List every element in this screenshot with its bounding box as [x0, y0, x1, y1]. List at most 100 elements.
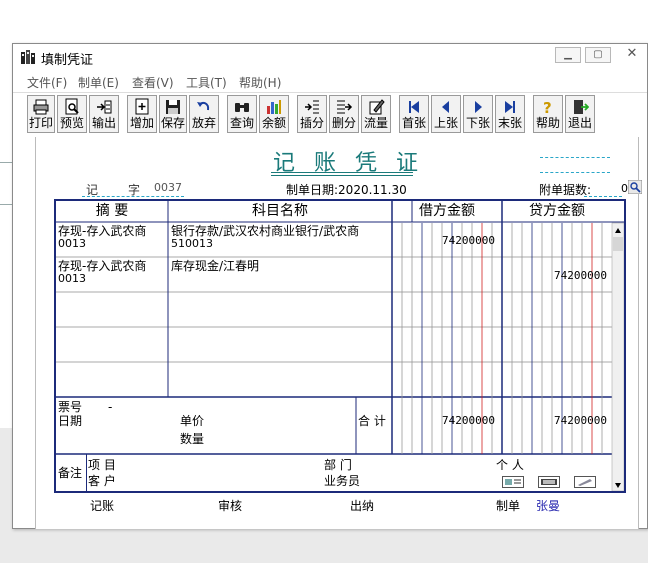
- id-card-icon[interactable]: [538, 476, 560, 488]
- exit-door-icon: [574, 100, 589, 114]
- binoculars-icon: [235, 103, 249, 112]
- cashflow-button[interactable]: 流量: [361, 95, 391, 133]
- notes-label: 备注: [58, 466, 83, 480]
- exit-button[interactable]: 退出: [565, 95, 595, 133]
- row2-account[interactable]: 库存现金/江春明: [171, 260, 259, 272]
- last-label: 末张: [497, 116, 522, 130]
- last-button[interactable]: 末张: [495, 95, 525, 133]
- first-label: 首张: [401, 116, 426, 130]
- bookkeeping-label: 记账: [90, 499, 115, 513]
- credit-header: 贷方金额: [529, 203, 585, 219]
- edit-card-icon[interactable]: [574, 476, 596, 488]
- next-button[interactable]: 下张: [463, 95, 493, 133]
- window-title: 填制凭证: [41, 53, 94, 68]
- query-button[interactable]: 查询: [227, 95, 257, 133]
- search-icon[interactable]: [628, 180, 642, 194]
- export-button[interactable]: 输出: [89, 95, 119, 133]
- save-label: 保存: [160, 116, 185, 130]
- print-button[interactable]: 打印: [27, 95, 55, 133]
- help-button[interactable]: ? 帮助: [533, 95, 563, 133]
- add-button[interactable]: 增加: [127, 95, 157, 133]
- add-label: 增加: [129, 116, 154, 130]
- card-icon[interactable]: [502, 476, 524, 488]
- export-label: 输出: [91, 116, 116, 130]
- desktop-background: [0, 0, 648, 40]
- voucher-number[interactable]: 0037: [154, 181, 182, 194]
- menu-view[interactable]: 查看(V): [132, 74, 174, 91]
- total-label: 合 计: [358, 414, 386, 428]
- maker-label: 制单: [496, 499, 521, 513]
- insert-line-button[interactable]: 插分: [297, 95, 327, 133]
- dashed-line: [540, 157, 610, 158]
- row2-credit[interactable]: 74200000: [554, 269, 607, 282]
- project-label[interactable]: 项 目: [88, 459, 116, 471]
- delete-row-icon: [337, 100, 353, 114]
- ticket-value[interactable]: -: [108, 401, 112, 413]
- maker-name: 张曼: [536, 499, 561, 513]
- total-credit: 74200000: [554, 414, 607, 427]
- svg-text:?: ?: [543, 99, 552, 116]
- empty-row-5[interactable]: [56, 363, 612, 397]
- balance-button[interactable]: 余额: [259, 95, 289, 133]
- first-button[interactable]: 首张: [399, 95, 429, 133]
- voucher-number-underline: [82, 196, 184, 197]
- notes-divider: [86, 454, 87, 491]
- menu-voucher[interactable]: 制单(E): [78, 74, 119, 91]
- print-label: 打印: [28, 116, 53, 130]
- row2-summary-code: 0013: [58, 272, 86, 285]
- close-button[interactable]: ✕: [619, 47, 645, 63]
- save-disk-icon: [166, 100, 180, 114]
- save-button[interactable]: 保存: [159, 95, 187, 133]
- bar-chart-icon: [267, 100, 281, 114]
- row1-account[interactable]: 银行存款/武汉农村商业银行/武农商: [171, 225, 359, 237]
- previous-icon: [442, 101, 449, 113]
- cashier-label: 出纳: [350, 499, 375, 513]
- price-label: 单价: [180, 414, 205, 428]
- voucher-window: 填制凭证 ▁ ▢ ✕ 文件(F) 制单(E) 查看(V) 工具(T) 帮助(H)…: [12, 43, 648, 529]
- empty-row-4[interactable]: [56, 328, 612, 362]
- menu-tools[interactable]: 工具(T): [186, 74, 227, 91]
- debit-header: 借方金额: [419, 203, 475, 219]
- preview-label: 预览: [59, 116, 84, 130]
- add-document-icon: [135, 98, 149, 115]
- discard-label: 放弃: [191, 116, 216, 130]
- row1-summary-code: 0013: [58, 237, 86, 250]
- row1-summary[interactable]: 存现-存入武农商: [58, 225, 146, 237]
- attachments-underline: [584, 196, 622, 197]
- person-label[interactable]: 个 人: [496, 459, 524, 471]
- export-icon: [97, 100, 112, 114]
- voucher-date[interactable]: 制单日期:2020.11.30: [286, 181, 407, 198]
- balance-label: 余额: [261, 116, 286, 130]
- prev-button[interactable]: 上张: [431, 95, 461, 133]
- prev-label: 上张: [433, 116, 458, 130]
- salesman-label[interactable]: 业务员: [324, 475, 360, 487]
- dept-label[interactable]: 部 门: [324, 459, 352, 471]
- first-page-icon: [409, 101, 419, 113]
- cashflow-label: 流量: [363, 116, 388, 130]
- preview-icon: [65, 98, 79, 115]
- help-label: 帮助: [535, 116, 560, 130]
- row1-debit[interactable]: 74200000: [442, 234, 495, 247]
- row2-summary[interactable]: 存现-存入武农商: [58, 260, 146, 272]
- help-question-icon: ?: [543, 99, 552, 116]
- discard-button[interactable]: 放弃: [189, 95, 219, 133]
- empty-row-3[interactable]: [56, 293, 612, 327]
- title-underline: [271, 175, 413, 176]
- qty-label: 数量: [180, 432, 205, 446]
- insert-line-label: 插分: [299, 116, 324, 130]
- menu-help[interactable]: 帮助(H): [239, 74, 281, 91]
- attachments-input[interactable]: 0: [621, 182, 628, 195]
- menu-file[interactable]: 文件(F): [27, 74, 67, 91]
- minimize-button[interactable]: ▁: [555, 47, 581, 63]
- dashed-line: [540, 172, 610, 173]
- maximize-button[interactable]: ▢: [585, 47, 611, 63]
- voucher-grid: 摘 要 科目名称 借方金额 贷方金额 存现-存入武农商 0013 银行存款/武汉…: [54, 199, 626, 493]
- customer-label[interactable]: 客 户: [88, 475, 116, 487]
- preview-button[interactable]: 预览: [57, 95, 87, 133]
- review-label: 审核: [218, 499, 243, 513]
- info-date-label: 日期: [58, 414, 83, 428]
- delete-line-button[interactable]: 删分: [329, 95, 359, 133]
- row1-account-code: 510013: [171, 237, 213, 250]
- insert-row-icon: [305, 100, 319, 114]
- next-icon: [475, 101, 482, 113]
